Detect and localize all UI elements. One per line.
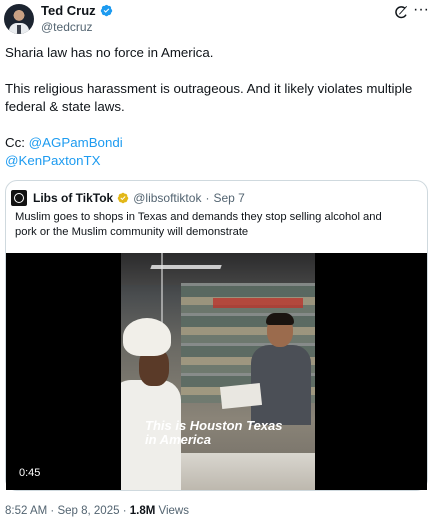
quoted-author-handle: @libsoftiktok bbox=[133, 191, 202, 205]
tweet-text-line: Sharia law has no force in America. bbox=[5, 45, 214, 60]
separator-dot: · bbox=[205, 191, 210, 205]
author-name-row[interactable]: Ted Cruz bbox=[41, 3, 113, 18]
quoted-text-line: Muslim goes to shops in Texas and demand… bbox=[15, 211, 382, 223]
verified-gold-badge-icon bbox=[117, 192, 129, 204]
tweet-date[interactable]: Sep 8, 2025 bbox=[57, 505, 119, 517]
tweet-cc-line: Cc: @AGPamBondi bbox=[5, 134, 123, 151]
tweet-meta: 8:52 AM · Sep 8, 2025 · 1.8M Views bbox=[5, 505, 189, 517]
tweet-time[interactable]: 8:52 AM bbox=[5, 505, 47, 517]
quoted-author-avatar[interactable] bbox=[11, 190, 27, 206]
tweet-text-line: This religious harassment is outrageous.… bbox=[5, 81, 413, 96]
video-caption-line: in America bbox=[145, 432, 211, 447]
quoted-author-name: Libs of TikTok bbox=[33, 191, 114, 205]
separator-dot: · bbox=[122, 505, 127, 517]
mention-link[interactable]: @AGPamBondi bbox=[29, 135, 123, 150]
views-count: 1.8M bbox=[129, 505, 156, 517]
author-name[interactable]: Ted Cruz bbox=[41, 3, 96, 18]
video-caption-line: This is Houston Texas bbox=[145, 418, 283, 433]
verified-badge-icon bbox=[100, 4, 112, 17]
separator-dot: · bbox=[50, 505, 55, 517]
more-icon[interactable]: ··· bbox=[412, 2, 430, 20]
author-handle[interactable]: @tedcruz bbox=[41, 20, 93, 34]
video-duration: 0:45 bbox=[19, 467, 41, 479]
views-label: Views bbox=[158, 505, 189, 517]
quoted-text-line: pork or the Muslim community will demons… bbox=[15, 226, 249, 238]
video-frame: This is Houston Texas in America bbox=[121, 253, 315, 490]
author-avatar[interactable] bbox=[4, 4, 34, 34]
quoted-author-row[interactable]: Libs of TikTok @libsoftiktok · Sep 7 bbox=[33, 191, 245, 205]
video-caption: This is Houston Texas in America bbox=[145, 419, 283, 447]
video-player[interactable]: This is Houston Texas in America 0:45 bbox=[6, 253, 427, 490]
quoted-date: Sep 7 bbox=[213, 191, 245, 205]
tweet-text-line: federal & state laws. bbox=[5, 99, 125, 114]
cc-label: Cc: bbox=[5, 135, 29, 150]
mention-link[interactable]: @KenPaxtonTX bbox=[5, 152, 101, 169]
grok-icon[interactable] bbox=[393, 4, 409, 20]
